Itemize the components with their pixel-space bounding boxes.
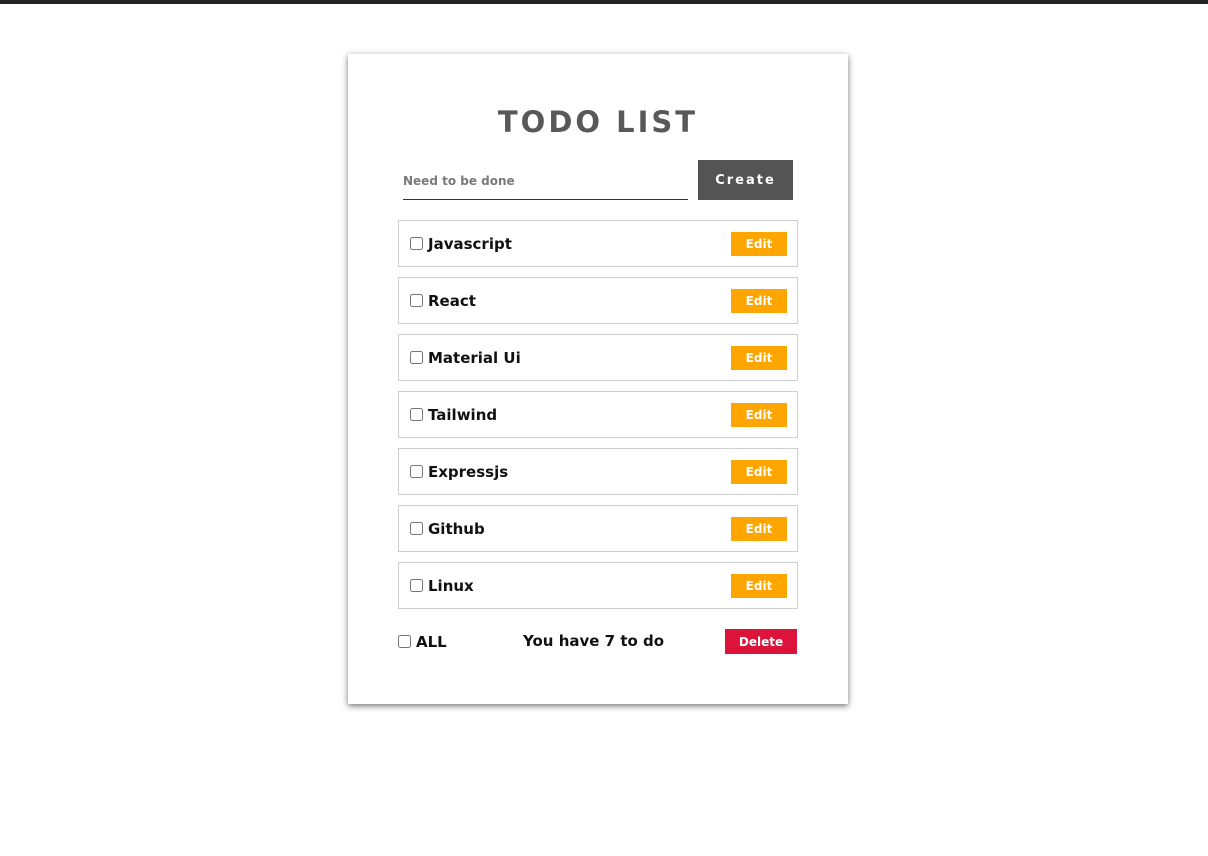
item-checkbox[interactable] [410, 294, 423, 307]
list-item: Material Ui Edit [398, 334, 798, 381]
item-label: Material Ui [428, 348, 521, 367]
list-item: Expressjs Edit [398, 448, 798, 495]
todo-count: You have 7 to do [523, 632, 665, 650]
list-item: Linux Edit [398, 562, 798, 609]
item-checkbox[interactable] [410, 579, 423, 592]
select-all[interactable]: ALL [398, 629, 447, 654]
todo-list: Javascript Edit React Edit Material Ui E… [398, 220, 798, 619]
edit-button[interactable]: Edit [731, 403, 787, 427]
item-label: Javascript [428, 234, 512, 253]
list-item: React Edit [398, 277, 798, 324]
page-title: TODO LIST [497, 105, 699, 139]
item-checkbox[interactable] [410, 237, 423, 250]
list-footer: ALL You have 7 to do Delete [398, 629, 798, 654]
list-item: Javascript Edit [398, 220, 798, 267]
new-todo-input[interactable] [403, 162, 688, 200]
create-button[interactable]: Create [698, 160, 793, 200]
list-item: Tailwind Edit [398, 391, 798, 438]
item-label: Tailwind [428, 405, 498, 424]
item-label: Linux [428, 576, 474, 595]
item-checkbox[interactable] [410, 408, 423, 421]
list-item: Github Edit [398, 505, 798, 552]
select-all-label: ALL [416, 632, 447, 651]
item-label: Github [428, 519, 485, 538]
edit-button[interactable]: Edit [731, 346, 787, 370]
item-checkbox[interactable] [410, 465, 423, 478]
edit-button[interactable]: Edit [731, 517, 787, 541]
todo-card: TODO LIST Create Javascript Edit React E… [348, 54, 848, 704]
edit-button[interactable]: Edit [731, 232, 787, 256]
edit-button[interactable]: Edit [731, 289, 787, 313]
item-checkbox[interactable] [410, 351, 423, 364]
item-label: React [428, 291, 476, 310]
edit-button[interactable]: Edit [731, 574, 787, 598]
delete-button[interactable]: Delete [725, 629, 797, 654]
edit-button[interactable]: Edit [731, 460, 787, 484]
top-bar [0, 0, 1208, 4]
item-label: Expressjs [428, 462, 509, 481]
select-all-checkbox[interactable] [398, 635, 411, 648]
item-checkbox[interactable] [410, 522, 423, 535]
